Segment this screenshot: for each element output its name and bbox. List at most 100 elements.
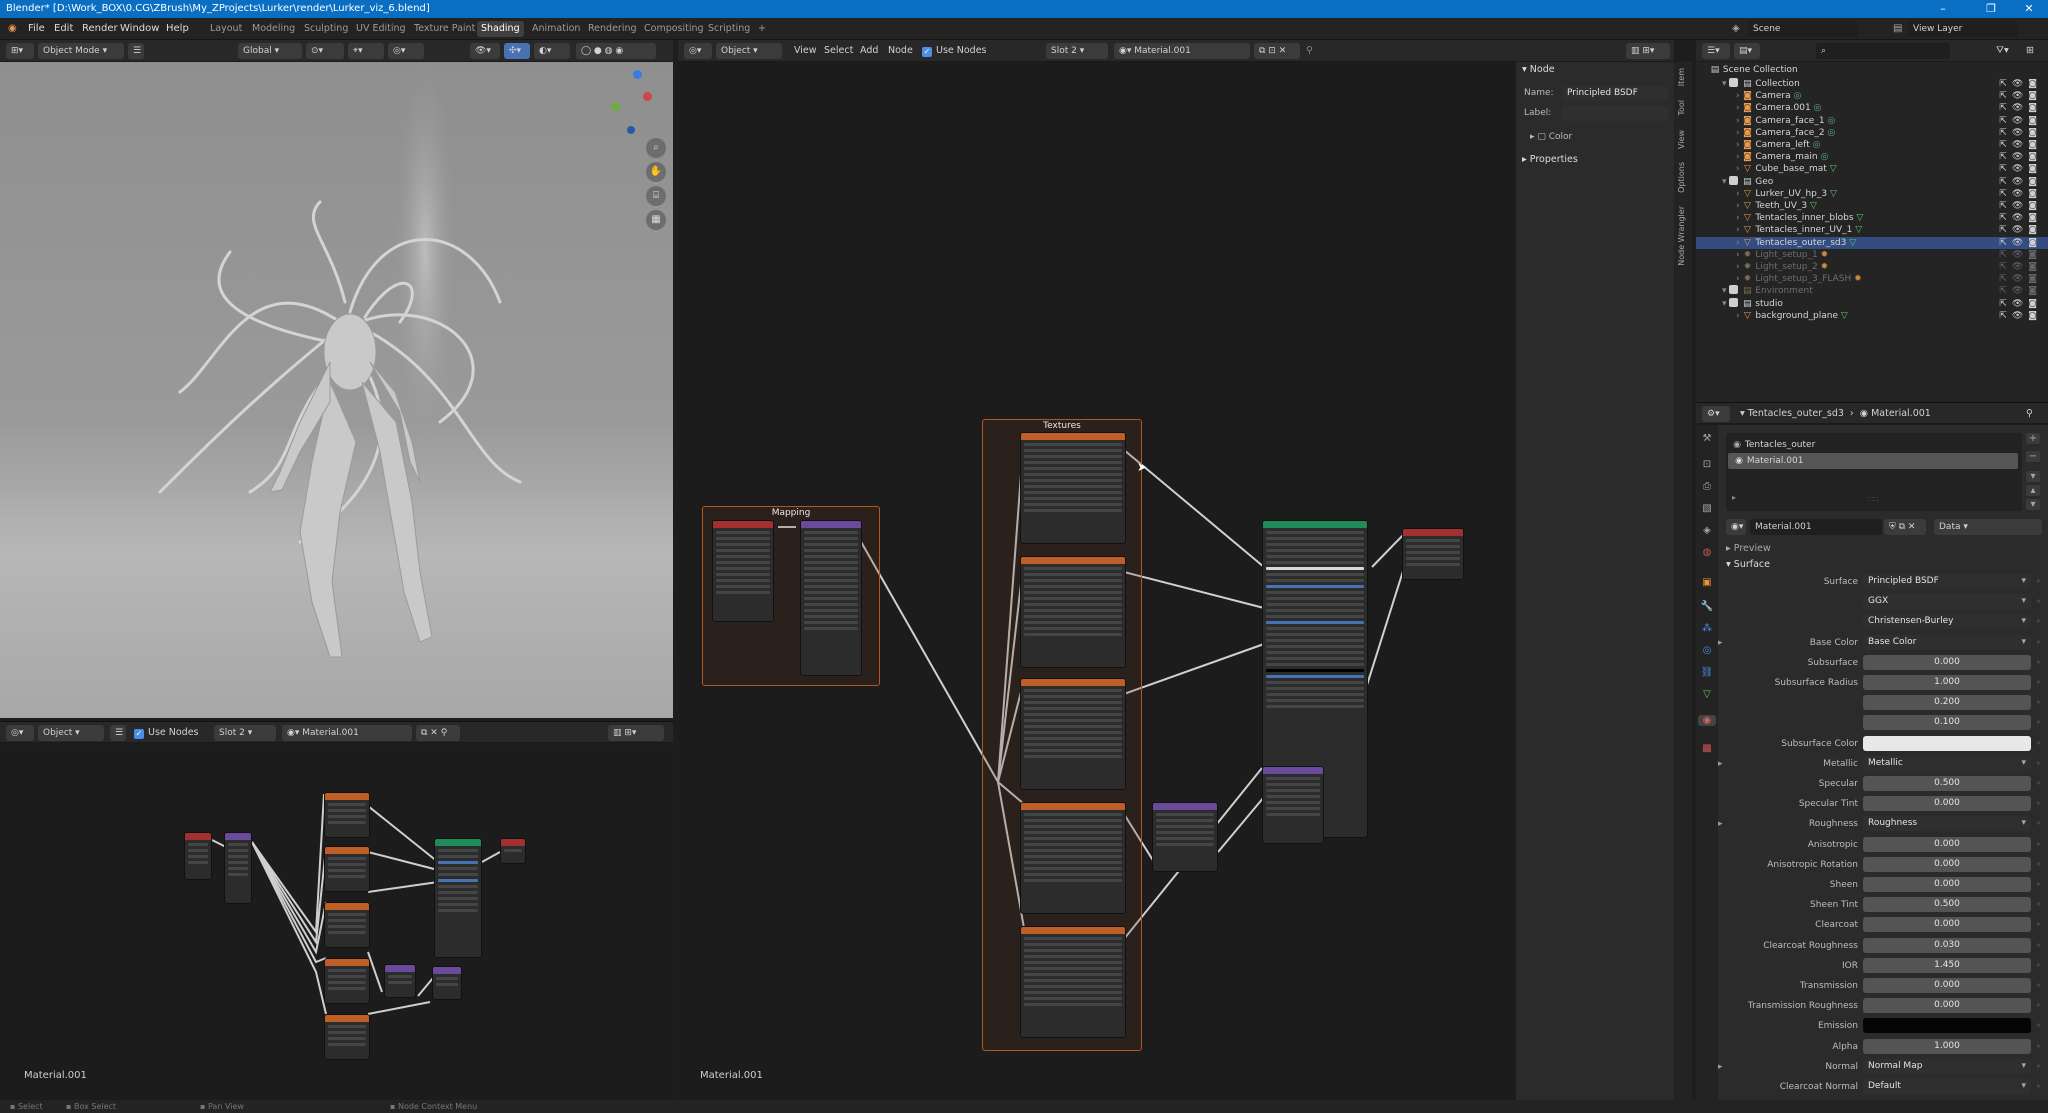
restriction-toggles-icon[interactable]: ⇱👁◙ [1999,127,2042,139]
hamburger-icon[interactable]: ☰ [128,43,144,59]
outliner-row[interactable]: ▾ ▤ Collection ⇱👁◙ [1696,78,2048,90]
maximize-icon[interactable]: ❐ [1976,0,2006,18]
output-tab-icon[interactable]: ⎙ [1698,481,1716,492]
property-slider[interactable]: 0.000 [1863,978,2031,993]
scene-selector[interactable]: Scene [1748,21,1858,37]
property-slider[interactable]: 0.000 [1863,654,2031,670]
pan-hand-icon[interactable]: ✋ [646,162,666,182]
mini-output-node[interactable] [500,838,526,864]
expand-input-icon[interactable]: ▸ [1718,1057,1723,1077]
remove-slot-icon[interactable]: − [2026,451,2040,462]
outliner-row[interactable]: › ✹ Light_setup_1 ✹ ⇱👁◙ [1696,249,2048,261]
expand-arrow-icon[interactable]: ▾ [1722,79,1729,89]
menu-edit[interactable]: Edit [54,18,73,40]
mini-mapping-node[interactable] [224,832,252,904]
use-nodes-toggle[interactable]: ✓ Use Nodes [922,43,987,59]
node-overlay-icons[interactable]: ▥ ⊞▾ [1626,43,1670,59]
tab-options[interactable]: Options [1677,162,1686,193]
outliner-row[interactable]: › ◙ Camera_face_1 ◎ ⇱👁◙ [1696,115,2048,127]
checkbox-icon[interactable]: ✓ [134,729,144,739]
include-checkbox-icon[interactable] [1729,285,1739,295]
keyframe-dot-icon[interactable]: ◦ [2036,956,2041,976]
property-slider[interactable]: 0.000 [1863,836,2031,852]
keyframe-dot-icon[interactable]: ◦ [2036,633,2041,653]
restriction-toggles-icon[interactable]: ⇱👁◙ [1999,163,2042,175]
outliner-row[interactable]: › ◙ Camera_main ◎ ⇱👁◙ [1696,151,2048,163]
editor-type-icon[interactable]: ⊞▾ [6,43,34,59]
properties-editor-type-icon[interactable]: ⚙▾ [1702,406,1730,422]
material-actions[interactable]: ⧉ ⊡ ✕ [1254,43,1300,59]
normal-map-node[interactable] [1152,802,1218,872]
color-swatch[interactable] [1863,1018,2031,1034]
outliner-row[interactable]: › ✹ Light_setup_2 ✹ ⇱👁◙ [1696,261,2048,273]
slot-item-1[interactable]: ◉ Tentacles_outer [1726,437,2022,453]
restriction-toggles-icon[interactable]: ⇱👁◙ [1999,224,2042,236]
property-slider[interactable]: 1.000 [1863,1038,2031,1054]
shading-mode-icons[interactable]: ◯ ● ◍ ◉ [576,43,656,59]
tab-sculpting[interactable]: Sculpting [300,21,352,37]
tab-shading[interactable]: Shading [477,21,524,37]
normal-texture-node[interactable] [1020,802,1126,914]
mini-texture-node-2[interactable] [324,846,370,892]
tab-tool[interactable]: Tool [1677,100,1686,116]
world-tab-icon[interactable]: ◍ [1698,547,1716,558]
roughness-texture-node[interactable] [1020,678,1126,790]
tab-rendering[interactable]: Rendering [584,21,641,37]
add-slot-icon[interactable]: + [2026,433,2040,444]
keyframe-dot-icon[interactable]: ◦ [2036,1016,2041,1036]
property-slider[interactable]: 0.500 [1863,776,2031,791]
material-actions-small[interactable]: ⧉ ✕ ⚲ [416,725,460,741]
tab-animation[interactable]: Animation [528,21,584,37]
properties-section[interactable]: ▸ Properties [1522,154,1578,165]
property-dropdown[interactable]: Normal Map ▾ [1863,1058,2031,1074]
property-dropdown[interactable]: Base Color ▾ [1863,634,2031,650]
visibility-icon[interactable]: 👁▾ [470,43,500,59]
gizmo-toggle-icon[interactable]: ✣▾ [504,43,530,59]
hamburger-icon-small[interactable]: ☰ [110,725,126,741]
mini-principled-node[interactable] [434,838,482,958]
color-toggle[interactable]: ▸ ▢ Color [1530,132,1572,142]
property-dropdown[interactable]: Christensen-Burley ▾ [1863,614,2031,630]
small-node-editor[interactable]: Material.001 [0,752,673,1100]
material-output-node[interactable] [1402,528,1464,580]
outliner-row[interactable]: › ◙ Camera_left ◎ ⇱👁◙ [1696,139,2048,151]
keyframe-dot-icon[interactable]: ◦ [2036,814,2041,834]
texture-coordinate-node[interactable] [712,520,774,622]
view-layer-selector[interactable]: View Layer [1908,21,2018,37]
outliner-row[interactable]: › ✹ Light_setup_3_FLASH ✹ ⇱👁◙ [1696,273,2048,285]
restriction-toggles-icon[interactable]: ⇱👁◙ [1999,115,2042,127]
outliner-editor-type-icon[interactable]: ☰▾ [1702,43,1730,59]
expand-input-icon[interactable]: ▸ [1718,754,1723,774]
material-selector-small[interactable]: ◉▾ Material.001 [282,725,412,741]
surface-panel-header[interactable]: ▾ Surface [1726,559,1770,570]
property-slider[interactable]: 0.000 [1863,796,2031,812]
displacement-node[interactable] [1262,766,1324,844]
pin-properties-icon[interactable]: ⚲ [2026,406,2033,422]
restriction-toggles-icon[interactable]: ⇱👁◙ [1999,102,2042,114]
outliner-row[interactable]: › ▽ Tentacles_inner_UV_1 ▽ ⇱👁◙ [1696,224,2048,236]
x-axis-icon[interactable] [643,92,652,101]
keyframe-dot-icon[interactable]: ◦ [2036,996,2041,1016]
camera-view-icon[interactable]: ⌸ [646,186,666,206]
menu-view[interactable]: View [794,43,817,59]
include-checkbox-icon[interactable] [1729,78,1739,87]
expand-arrow-icon[interactable]: ▾ [1722,299,1729,309]
expand-arrow-icon[interactable]: ▾ [1722,177,1729,187]
use-nodes-checkbox-icon[interactable]: ✓ [922,47,932,57]
keyframe-dot-icon[interactable]: ◦ [2036,915,2041,935]
restriction-toggles-icon[interactable]: ⇱👁◙ [1999,151,2042,163]
color-swatch[interactable] [1863,735,2031,751]
move-up-icon[interactable]: ▴ [2026,485,2040,496]
object-dropdown-small[interactable]: Object ▾ [38,725,104,741]
property-slider[interactable]: 1.000 [1863,675,2031,690]
keyframe-dot-icon[interactable]: ◦ [2036,774,2041,794]
outliner-row[interactable]: › ▽ Cube_base_mat ▽ ⇱👁◙ [1696,163,2048,175]
outliner-search-input[interactable]: ⌕ [1816,43,1950,59]
outliner-row[interactable]: ▾ ▤ Geo ⇱👁◙ [1696,175,2048,188]
z-axis-icon[interactable] [633,70,642,79]
close-icon[interactable]: ✕ [2014,0,2044,18]
y-axis-icon[interactable] [611,102,620,111]
material-browse-icon[interactable]: ◉▾ [1726,519,1746,535]
slot-menu-icon[interactable]: ▾ [2026,471,2040,482]
keyframe-dot-icon[interactable]: ◦ [2036,1037,2041,1057]
